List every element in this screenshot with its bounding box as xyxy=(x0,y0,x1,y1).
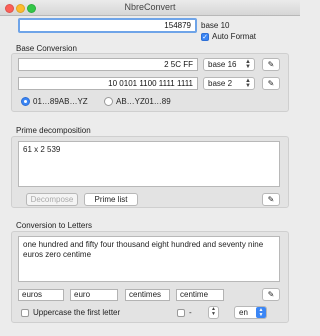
uppercase-first-checkbox[interactable] xyxy=(21,309,29,317)
uppercase-first-label: Uppercase the first letter xyxy=(33,308,121,317)
title-bar: NbreConvert xyxy=(0,0,300,16)
updown-arrows-icon: ▲ ▼ xyxy=(245,78,251,89)
letters-edit-button[interactable]: ✎ xyxy=(262,288,280,301)
base-row2-select[interactable]: base 2 ▲ ▼ xyxy=(203,77,255,90)
unit-plural-field[interactable]: euros xyxy=(18,289,64,301)
main-number-input[interactable]: 154879 xyxy=(18,18,197,33)
digits-first-radio[interactable] xyxy=(21,97,30,106)
subunit-singular-field[interactable]: centime xyxy=(176,289,224,301)
subunit-plural-field[interactable]: centimes xyxy=(125,289,170,301)
auto-format-label: Auto Format xyxy=(212,32,257,41)
pencil-icon: ✎ xyxy=(267,290,275,299)
prime-decomposition-title: Prime decomposition xyxy=(16,126,91,135)
prime-result-textarea[interactable]: 61 x 2 539 xyxy=(18,141,280,187)
digits-first-radio-label: 01…89AB…YZ xyxy=(33,97,88,106)
separator-label: - xyxy=(189,308,192,317)
main-base-label: base 10 xyxy=(201,21,230,30)
window-title: NbreConvert xyxy=(124,2,176,12)
unit-singular-field[interactable]: euro xyxy=(70,289,118,301)
decompose-button[interactable]: Decompose xyxy=(26,193,78,206)
auto-format-checkbox[interactable]: ✓ xyxy=(201,33,209,41)
pencil-icon: ✎ xyxy=(267,79,275,88)
letters-first-radio-label: AB…YZ01…89 xyxy=(116,97,171,106)
conversion-letters-title: Conversion to Letters xyxy=(16,221,93,230)
base-row1-value-field[interactable]: 2 5C FF xyxy=(18,58,198,71)
pencil-icon: ✎ xyxy=(267,195,275,204)
separator-checkbox[interactable] xyxy=(177,309,185,317)
letters-first-radio[interactable] xyxy=(104,97,113,106)
pencil-icon: ✎ xyxy=(267,60,275,69)
prime-list-button[interactable]: Prime list xyxy=(84,193,138,206)
base-row1-select-value: base 16 xyxy=(208,60,237,69)
base-row2-select-value: base 2 xyxy=(208,79,233,88)
base-conversion-title: Base Conversion xyxy=(16,44,77,53)
language-select-arrows-icon[interactable]: ▲ ▼ xyxy=(256,307,266,318)
updown-arrows-icon: ▲ ▼ xyxy=(245,59,251,70)
separator-stepper[interactable]: ▲ ▼ xyxy=(208,306,219,319)
base-row1-select[interactable]: base 16 ▲ ▼ xyxy=(203,58,255,71)
language-select-value: en xyxy=(239,308,248,317)
letters-result-textarea[interactable]: one hundred and fifty four thousand eigh… xyxy=(18,236,280,282)
base-row1-edit-button[interactable]: ✎ xyxy=(262,58,280,71)
base-row2-value-field[interactable]: 10 0101 1100 1111 1111 xyxy=(18,77,198,90)
base-row2-edit-button[interactable]: ✎ xyxy=(262,77,280,90)
prime-edit-button[interactable]: ✎ xyxy=(262,193,280,206)
